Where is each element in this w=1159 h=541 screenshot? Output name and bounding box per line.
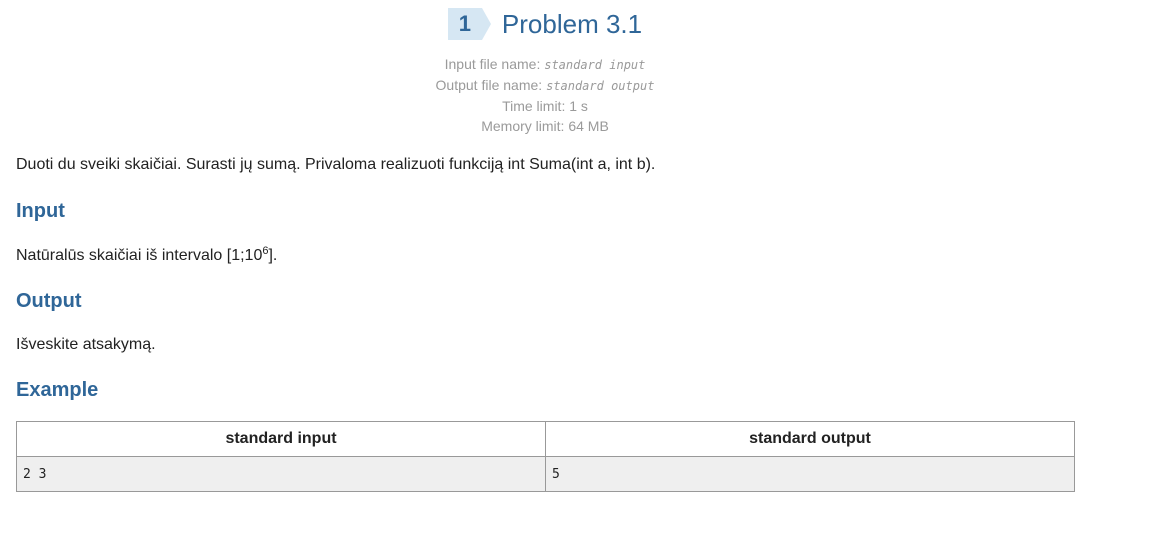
time-limit: Time limit: 1 s [502, 98, 588, 114]
example-input-header: standard input [16, 421, 546, 457]
example-input-cell: 2 3 [16, 456, 546, 492]
memory-limit: Memory limit: 64 MB [481, 118, 609, 134]
problem-title: Problem 3.1 [501, 9, 643, 39]
output-file-label: Output file name: [435, 77, 543, 93]
input-file-value: standard input [544, 58, 646, 72]
output-file-value: standard output [546, 79, 655, 93]
output-file-line: Output file name: standard output [0, 75, 1090, 96]
input-file-label: Input file name: [444, 56, 541, 72]
input-heading: Input [16, 200, 65, 222]
input-description: Natūralūs skaičiai iš intervalo [1;106]. [16, 242, 1076, 270]
problem-header: 1 Problem 3.1 [0, 8, 1090, 40]
input-text-after: ]. [268, 247, 278, 264]
output-heading: Output [16, 290, 82, 312]
example-header-row: standard input standard output [16, 421, 1075, 457]
problem-limits: Input file name: standard input Output f… [0, 54, 1090, 136]
problem-content: Duoti du sveiki skaičiai. Surasti jų sum… [16, 150, 1076, 492]
input-file-line: Input file name: standard input [0, 54, 1090, 75]
example-heading: Example [16, 379, 99, 401]
problem-number-badge: 1 [447, 8, 491, 40]
example-output-cell: 5 [545, 456, 1075, 492]
example-output-header: standard output [545, 421, 1075, 457]
problem-number: 1 [458, 11, 472, 36]
problem-statement: Duoti du sveiki skaičiai. Surasti jų sum… [16, 156, 656, 173]
output-description: Išveskite atsakymą. [16, 336, 156, 353]
example-table: standard input standard output 2 3 5 [16, 421, 1075, 492]
input-text-before: Natūralūs skaičiai iš intervalo [1;10 [16, 247, 263, 264]
table-row: 2 3 5 [16, 456, 1075, 492]
